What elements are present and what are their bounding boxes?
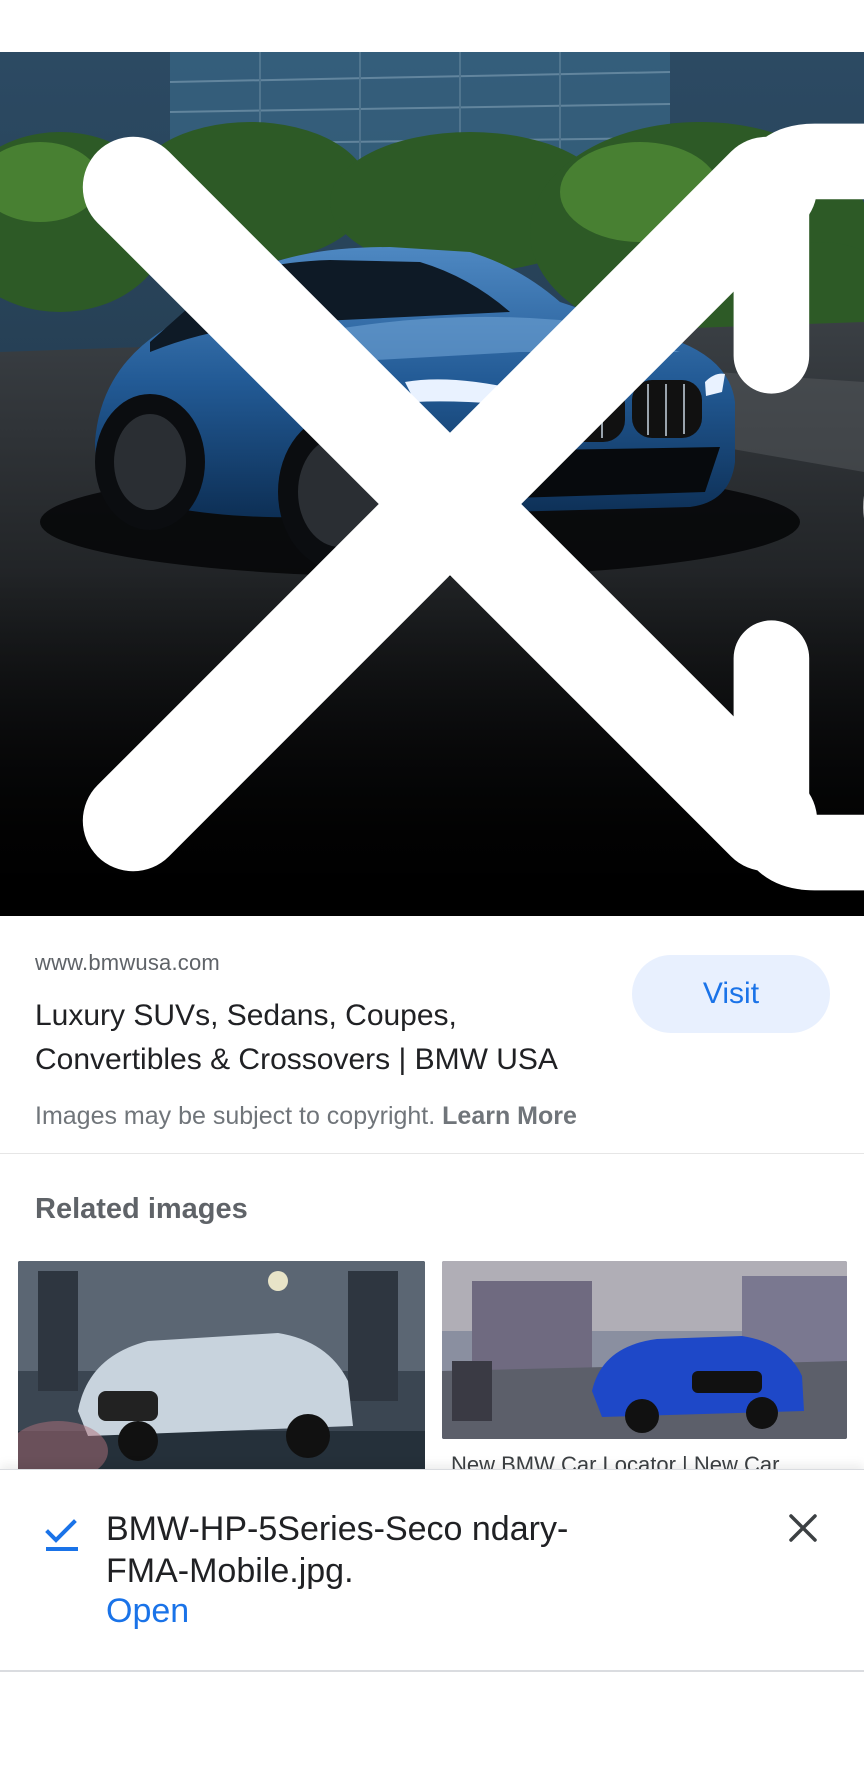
related-image-1[interactable] (18, 1261, 425, 1481)
source-info-panel: www.bmwusa.com Luxury SUVs, Sedans, Coup… (0, 918, 864, 1154)
close-icon (789, 1514, 817, 1542)
download-done-icon (45, 1519, 78, 1551)
close-viewer-button[interactable] (18, 72, 818, 872)
share-icon (863, 495, 864, 519)
copyright-text: Images may be subject to copyright. (35, 1102, 436, 1130)
download-snackbar: BMW-HP-5Series-Seco ndary-FMA-Mobile.jpg… (0, 1469, 864, 1672)
bmw-suv-thumbnail (18, 1261, 425, 1481)
status-bar (0, 0, 864, 52)
bottom-area (0, 1672, 864, 1776)
share-button[interactable] (777, 75, 864, 519)
hero-image[interactable] (0, 52, 864, 916)
screen: www.bmwusa.com Luxury SUVs, Sedans, Coup… (0, 0, 864, 1776)
visit-button[interactable]: Visit (632, 955, 830, 1033)
source-title[interactable]: Luxury SUVs, Sedans, Coupes, Convertible… (35, 994, 595, 1082)
related-images-heading: Related images (35, 1193, 248, 1225)
related-image-2[interactable] (442, 1261, 847, 1439)
learn-more-link[interactable]: Learn More (442, 1102, 577, 1130)
copyright-notice: Images may be subject to copyright. Lear… (35, 1102, 577, 1131)
bmw-3series-thumbnail (442, 1261, 847, 1439)
open-download-link[interactable]: Open (106, 1592, 189, 1631)
lens-search-button[interactable] (685, 75, 864, 891)
source-domain[interactable]: www.bmwusa.com (35, 950, 220, 976)
dismiss-snackbar-button[interactable] (775, 1500, 831, 1556)
downloaded-filename: BMW-HP-5Series-Seco ndary-FMA-Mobile.jpg… (106, 1510, 569, 1590)
